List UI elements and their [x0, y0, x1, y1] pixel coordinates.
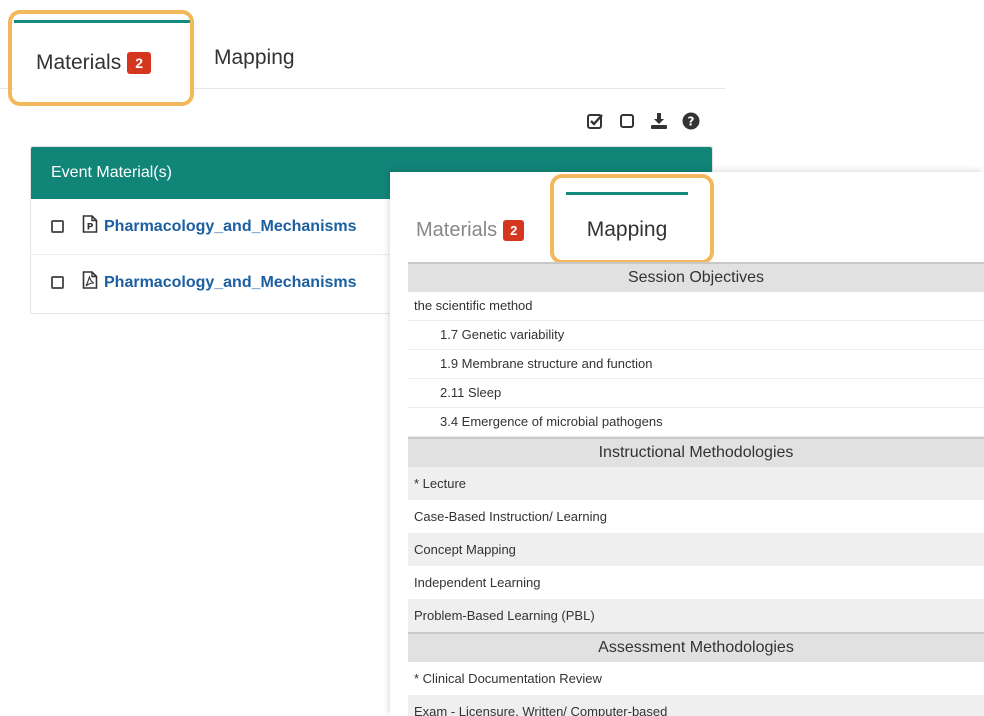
list-item: Case-Based Instruction/ Learning: [414, 509, 607, 524]
list-item: 1.9 Membrane structure and function: [408, 350, 984, 379]
check-all-icon[interactable]: [586, 112, 604, 130]
tab-mapping[interactable]: Mapping: [214, 40, 295, 76]
list-item: * Lecture: [408, 467, 984, 500]
materials-toolbar: ?: [586, 112, 700, 130]
objective-group: the scientific method: [408, 292, 984, 321]
download-icon[interactable]: [650, 112, 668, 130]
mapping-list: Session Objectives the scientific method…: [408, 262, 984, 716]
tab-materials[interactable]: Materials 2: [416, 212, 525, 248]
materials-count-badge: 2: [503, 219, 525, 241]
list-item: 2.11 Sleep: [408, 379, 984, 408]
mapping-overlay: Materials 2 Mapping Session Objectives t…: [390, 172, 984, 716]
tab-materials-label: Materials: [416, 218, 498, 241]
tab-mapping-label: Mapping: [214, 46, 295, 69]
assessment-methodologies-header: Assessment Methodologies: [408, 632, 984, 662]
list-item: Exam - Licensure, Written/ Computer-base…: [408, 695, 984, 716]
material-link[interactable]: Pharmacology_and_Mechanisms: [104, 218, 357, 236]
instructional-methodologies-header: Instructional Methodologies: [408, 437, 984, 467]
uncheck-all-icon[interactable]: [618, 112, 636, 130]
list-item: 1.7 Genetic variability: [408, 321, 984, 350]
svg-text:?: ?: [688, 115, 695, 129]
help-icon[interactable]: ?: [682, 112, 700, 130]
material-link[interactable]: Pharmacology_and_Mechanisms: [104, 274, 357, 292]
mapping-tab-highlight: [550, 174, 714, 264]
list-item: Independent Learning: [414, 575, 541, 590]
pdf-file-icon: [82, 271, 98, 294]
list-item: Concept Mapping: [408, 533, 984, 566]
list-item: 3.4 Emergence of microbial pathogens: [408, 408, 984, 437]
secondary-tab-bar: Materials 2 Mapping: [390, 172, 984, 264]
powerpoint-file-icon: P: [82, 215, 98, 238]
session-objectives-header: Session Objectives: [408, 262, 984, 292]
materials-tab-highlight: [8, 10, 194, 106]
material-checkbox[interactable]: [51, 220, 64, 233]
material-checkbox[interactable]: [51, 276, 64, 289]
list-item: Problem-Based Learning (PBL): [408, 599, 984, 632]
svg-text:P: P: [87, 223, 94, 233]
list-item: * Clinical Documentation Review: [414, 671, 602, 686]
